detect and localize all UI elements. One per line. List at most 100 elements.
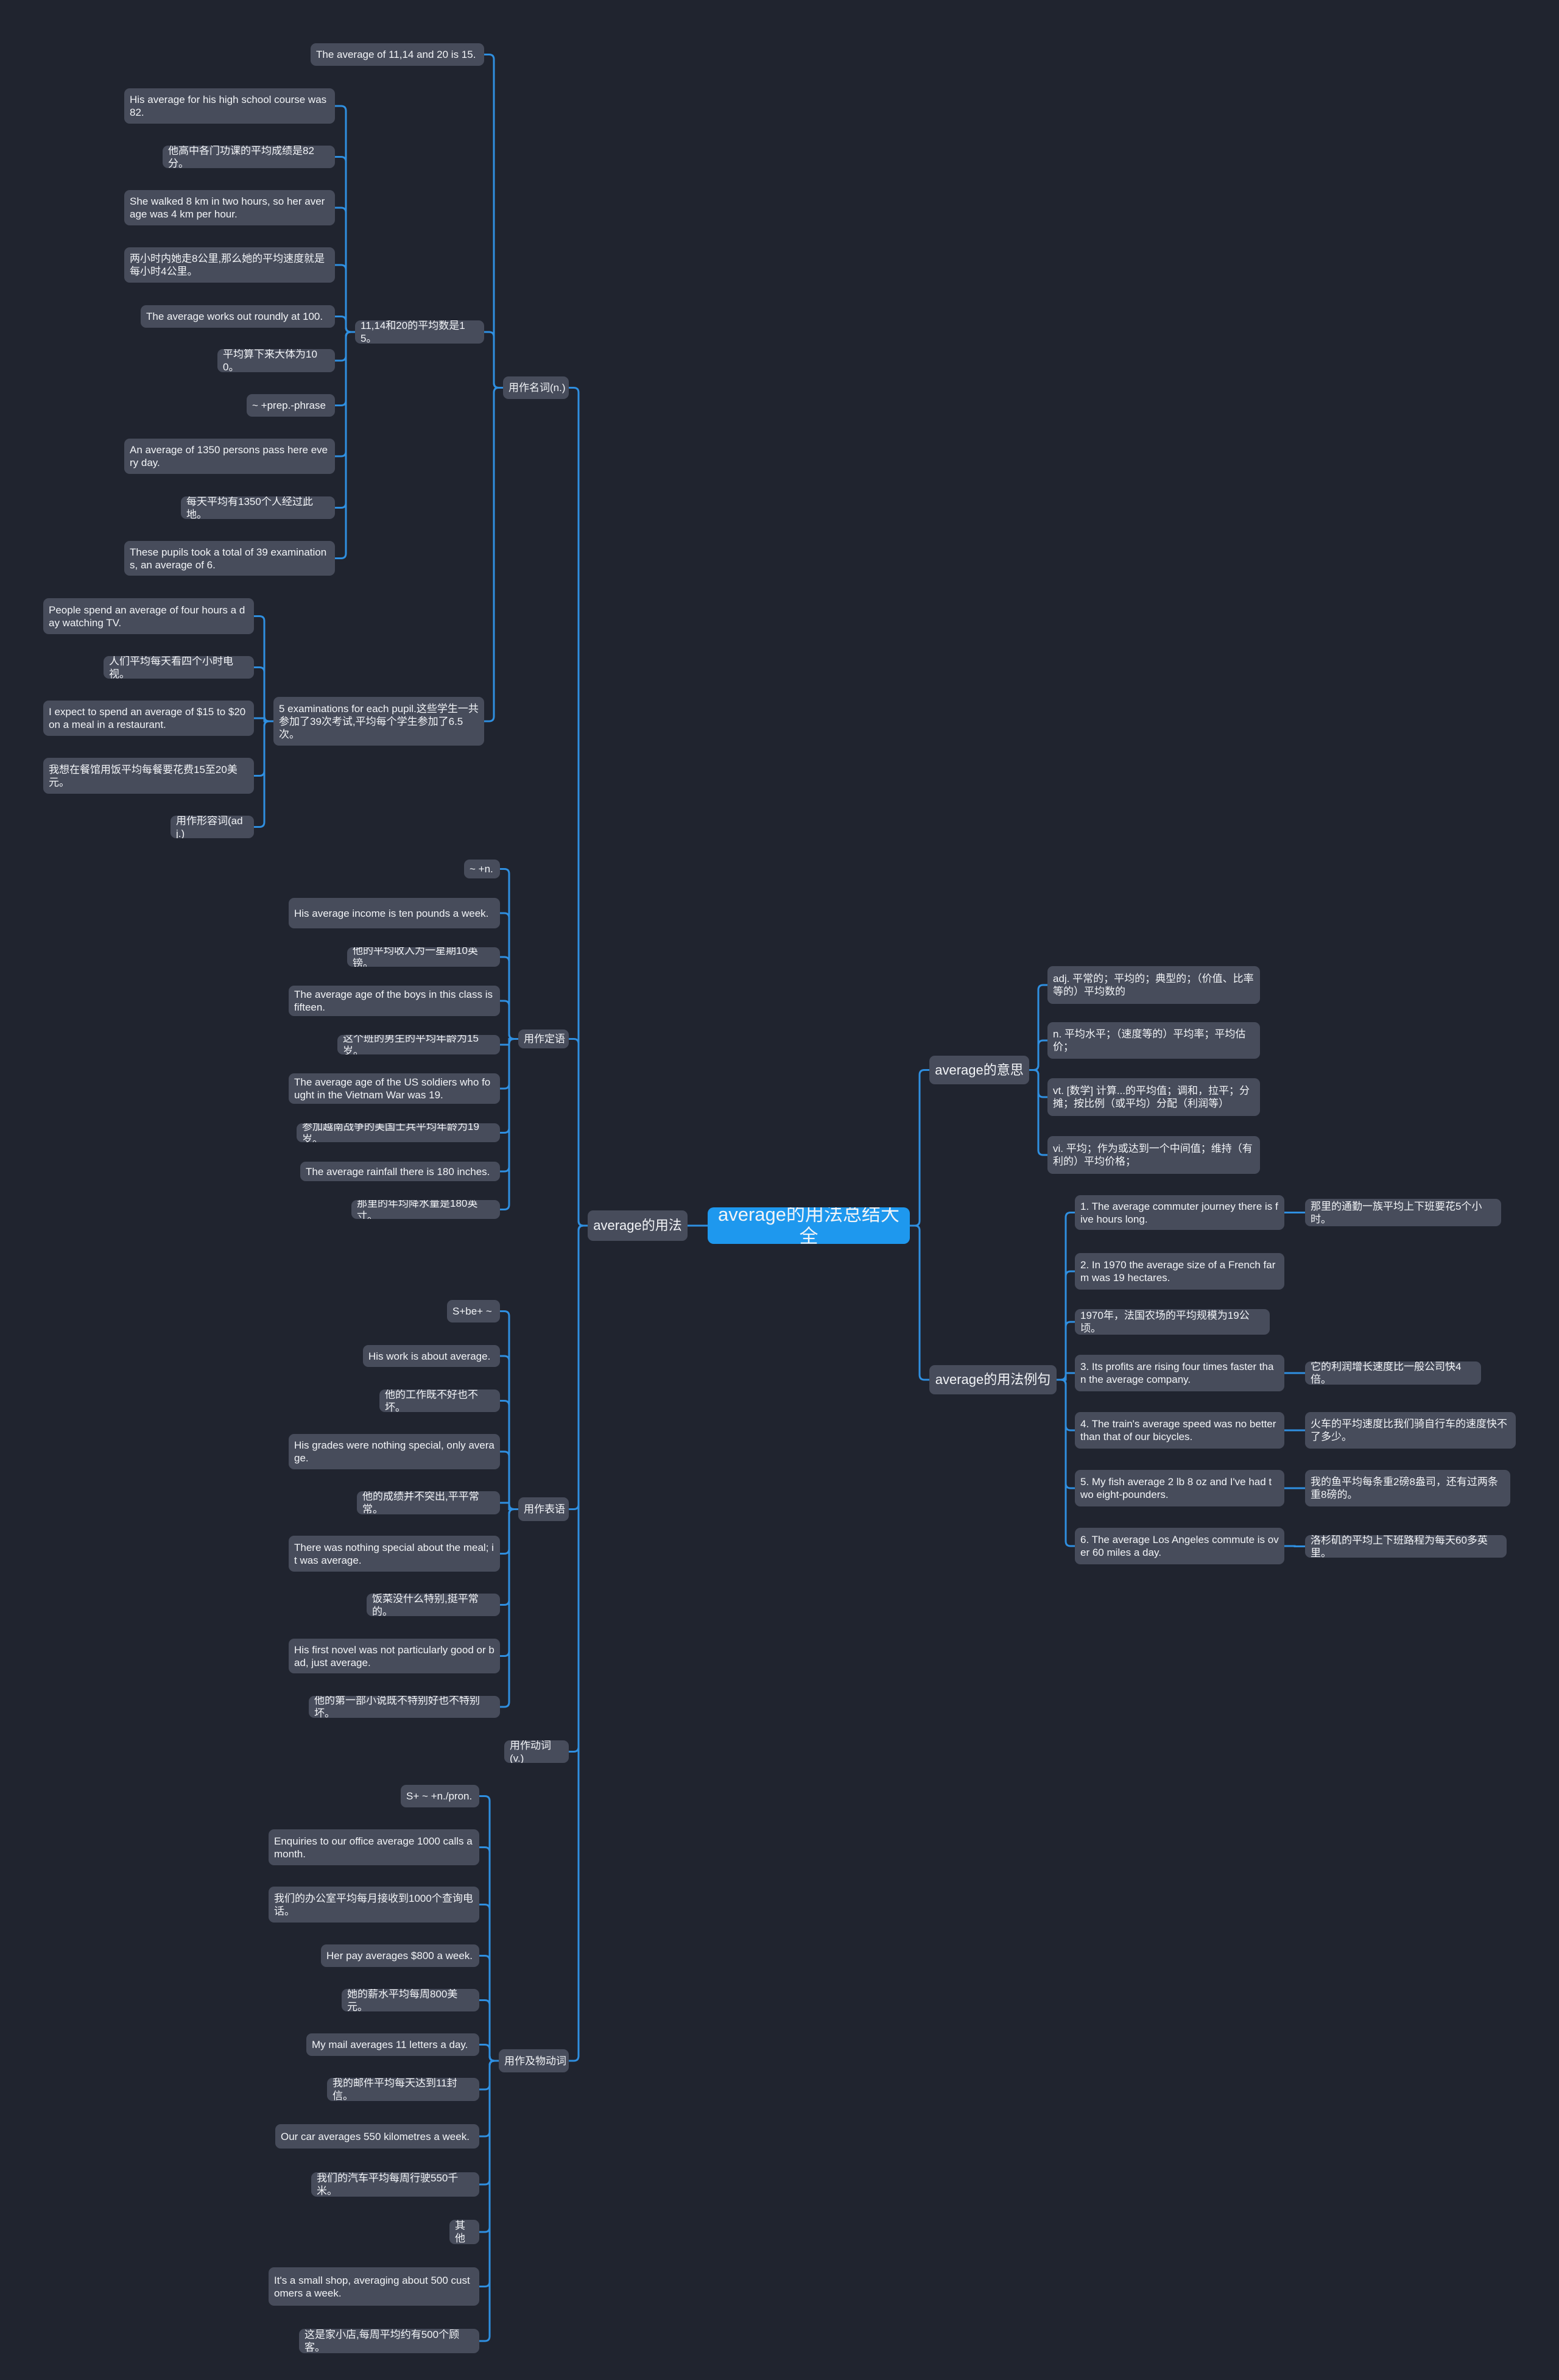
leaf-node[interactable]: 其他 bbox=[449, 2220, 479, 2244]
connector-line bbox=[910, 1069, 929, 1227]
leaf-node[interactable]: She walked 8 km in two hours, so her ave… bbox=[124, 190, 335, 225]
node-label: The average rainfall there is 180 inches… bbox=[306, 1165, 490, 1178]
leaf-node[interactable]: 两小时内她走8公里,那么她的平均速度就是每小时4公里。 bbox=[124, 247, 335, 283]
node-label: average的用法 bbox=[593, 1218, 682, 1233]
leaf-node[interactable]: My mail averages 11 letters a day. bbox=[306, 2033, 479, 2056]
leaf-node[interactable]: Her pay averages $800 a week. bbox=[321, 1944, 479, 1967]
node-label: The average age of the boys in this clas… bbox=[294, 989, 493, 1013]
subtopic-node[interactable]: 用作表语 bbox=[518, 1497, 569, 1521]
node-label: 洛杉矶的平均上下班路程为每天60多英里。 bbox=[1311, 1535, 1488, 1558]
leaf-node[interactable]: 火车的平均速度比我们骑自行车的速度快不了多少。 bbox=[1305, 1412, 1516, 1449]
leaf-node[interactable]: 这个班的男生的平均年龄为15岁。 bbox=[337, 1035, 500, 1054]
connector-line bbox=[1029, 1039, 1047, 1071]
node-label: His grades were nothing special, only av… bbox=[294, 1439, 494, 1464]
leaf-node[interactable]: 每天平均有1350个人经过此地。 bbox=[181, 496, 335, 519]
leaf-node[interactable]: vi. 平均；作为或达到一个中间值；维持（有利的）平均价格； bbox=[1047, 1136, 1260, 1174]
leaf-node[interactable]: The average of 11,14 and 20 is 15. bbox=[311, 43, 484, 66]
leaf-node[interactable]: n. 平均水平；（速度等的）平均率；平均估价； bbox=[1047, 1022, 1260, 1059]
leaf-node[interactable]: 用作动词(v.) bbox=[504, 1740, 569, 1763]
node-label: 他的工作既不好也不坏。 bbox=[385, 1390, 478, 1412]
leaf-node[interactable]: I expect to spend an average of $15 to $… bbox=[43, 701, 254, 736]
subtopic-node[interactable]: 6. The average Los Angeles commute is ov… bbox=[1075, 1528, 1284, 1564]
leaf-node[interactable]: 它的利润增长速度比一般公司快4倍。 bbox=[1305, 1361, 1481, 1385]
leaf-node[interactable]: 我们的办公室平均每月接收到1000个查询电话。 bbox=[269, 1887, 479, 1923]
subtopic-node[interactable]: 5 examinations for each pupil.这些学生一共参加了3… bbox=[273, 697, 484, 746]
leaf-node[interactable]: Our car averages 550 kilometres a week. bbox=[275, 2124, 479, 2149]
branch-right[interactable]: average的用法例句 bbox=[929, 1365, 1057, 1394]
leaf-node[interactable]: His first novel was not particularly goo… bbox=[289, 1639, 500, 1673]
leaf-node[interactable]: 那里的年均降水量是180英寸。 bbox=[351, 1200, 500, 1219]
node-label: average的意思 bbox=[935, 1062, 1024, 1078]
leaf-node[interactable]: His average for his high school course w… bbox=[124, 88, 335, 124]
leaf-node[interactable]: vt. [数学] 计算...的平均值；调和，拉平；分摊；按比例（或平均）分配（利… bbox=[1047, 1078, 1260, 1116]
subtopic-node[interactable]: 用作定语 bbox=[518, 1029, 569, 1048]
leaf-node[interactable]: 我的邮件平均每天达到11封信。 bbox=[327, 2078, 479, 2101]
leaf-node[interactable]: His work is about average. bbox=[363, 1345, 500, 1367]
leaf-node[interactable]: 我的鱼平均每条重2磅8盎司，还有过两条重8磅的。 bbox=[1305, 1470, 1510, 1506]
connector-line bbox=[500, 1450, 518, 1510]
node-label: There was nothing special about the meal… bbox=[294, 1541, 494, 1566]
leaf-node[interactable]: There was nothing special about the meal… bbox=[289, 1536, 500, 1572]
node-label: 用作及物动词 bbox=[504, 2055, 566, 2067]
leaf-node[interactable]: ~ +n. bbox=[464, 860, 500, 878]
leaf-node[interactable]: 我们的汽车平均每周行驶550千米。 bbox=[311, 2172, 479, 2197]
node-label: 5 examinations for each pupil.这些学生一共参加了3… bbox=[279, 702, 479, 740]
leaf-node[interactable]: The average rainfall there is 180 inches… bbox=[300, 1162, 500, 1181]
leaf-node[interactable]: 人们平均每天看四个小时电视。 bbox=[104, 656, 254, 679]
leaf-node[interactable]: The average works out roundly at 100. bbox=[141, 305, 335, 328]
leaf-node[interactable]: 他的第一部小说既不特别好也不特别坏。 bbox=[309, 1696, 500, 1718]
leaf-node[interactable]: 那里的通勤一族平均上下班要花5个小时。 bbox=[1305, 1199, 1501, 1226]
subtopic-node[interactable]: 用作名词(n.) bbox=[503, 376, 569, 399]
node-label: 他的平均收入为一星期10英镑。 bbox=[353, 947, 478, 967]
leaf-node[interactable]: 饭菜没什么特别,挺平常的。 bbox=[367, 1594, 500, 1616]
leaf-node[interactable]: 1970年，法国农场的平均规模为19公顷。 bbox=[1075, 1309, 1270, 1335]
node-label: S+be+ ~ bbox=[452, 1305, 492, 1317]
leaf-node[interactable]: It's a small shop, averaging about 500 c… bbox=[269, 2267, 479, 2306]
leaf-node[interactable]: adj. 平常的；平均的；典型的；（价值、比率等的）平均数的 bbox=[1047, 966, 1260, 1004]
leaf-node[interactable]: 她的薪水平均每周800美元。 bbox=[342, 1989, 479, 2011]
node-label: 用作定语 bbox=[524, 1033, 565, 1045]
leaf-node[interactable]: 他的成绩并不突出,平平常常。 bbox=[357, 1491, 500, 1514]
subtopic-node[interactable]: 用作及物动词 bbox=[499, 2049, 569, 2072]
leaf-node[interactable]: The average age of the boys in this clas… bbox=[289, 986, 500, 1016]
subtopic-node[interactable]: 5. My fish average 2 lb 8 oz and I've ha… bbox=[1075, 1470, 1284, 1506]
leaf-node[interactable]: 我想在餐馆用饭平均每餐要花费15至20美元。 bbox=[43, 758, 254, 794]
connector-line bbox=[569, 1038, 588, 1227]
subtopic-node[interactable]: 4. The train's average speed was no bett… bbox=[1075, 1412, 1284, 1449]
leaf-node[interactable]: People spend an average of four hours a … bbox=[43, 598, 254, 634]
leaf-node[interactable]: The average age of the US soldiers who f… bbox=[289, 1073, 500, 1104]
subtopic-node[interactable]: 11,14和20的平均数是15。 bbox=[355, 320, 484, 344]
leaf-node[interactable]: 他的平均收入为一星期10英镑。 bbox=[347, 947, 500, 967]
node-label: Our car averages 550 kilometres a week. bbox=[281, 2130, 470, 2142]
leaf-node[interactable]: An average of 1350 persons pass here eve… bbox=[124, 439, 335, 474]
subtopic-node[interactable]: 1. The average commuter journey there is… bbox=[1075, 1195, 1284, 1230]
leaf-node[interactable]: S+ ~ +n./pron. bbox=[401, 1785, 479, 1807]
leaf-node[interactable]: His grades were nothing special, only av… bbox=[289, 1434, 500, 1469]
leaf-node[interactable]: 这是家小店,每周平均约有500个顾客。 bbox=[299, 2329, 479, 2353]
subtopic-node[interactable]: 3. Its profits are rising four times fas… bbox=[1075, 1355, 1284, 1391]
node-label: n. 平均水平；（速度等的）平均率；平均估价； bbox=[1053, 1028, 1246, 1053]
node-label: 2. In 1970 the average size of a French … bbox=[1080, 1259, 1276, 1284]
branch-left[interactable]: average的用法 bbox=[588, 1210, 688, 1241]
leaf-node[interactable]: 参加越南战争的美国士兵平均年龄为19岁。 bbox=[297, 1123, 500, 1142]
leaf-node[interactable]: Enquiries to our office average 1000 cal… bbox=[269, 1829, 479, 1865]
connector-line bbox=[1057, 1372, 1075, 1381]
root-topic[interactable]: average的用法总结大全 bbox=[708, 1207, 910, 1244]
leaf-node[interactable]: 他高中各门功课的平均成绩是82分。 bbox=[163, 146, 335, 168]
leaf-node[interactable]: His average income is ten pounds a week. bbox=[289, 898, 500, 928]
leaf-node[interactable]: 2. In 1970 the average size of a French … bbox=[1075, 1253, 1284, 1290]
leaf-node[interactable]: 他的工作既不好也不坏。 bbox=[379, 1390, 500, 1412]
leaf-node[interactable]: 平均算下来大体为100。 bbox=[217, 349, 335, 372]
connector-line bbox=[1029, 1069, 1047, 1156]
leaf-node[interactable]: 洛杉矶的平均上下班路程为每天60多英里。 bbox=[1305, 1535, 1507, 1558]
connector-line bbox=[254, 666, 273, 722]
leaf-node[interactable]: These pupils took a total of 39 examinat… bbox=[124, 541, 335, 576]
leaf-node[interactable]: 用作形容词(adj.) bbox=[171, 816, 254, 838]
connector-line bbox=[335, 331, 355, 559]
node-label: 1. The average commuter journey there is… bbox=[1080, 1200, 1278, 1225]
branch-right[interactable]: average的意思 bbox=[929, 1056, 1029, 1084]
leaf-node[interactable]: ~ +prep.-phrase bbox=[247, 394, 335, 417]
node-label: 他的第一部小说既不特别好也不特别坏。 bbox=[314, 1696, 480, 1718]
node-label: 用作表语 bbox=[524, 1503, 565, 1515]
leaf-node[interactable]: S+be+ ~ bbox=[447, 1300, 500, 1322]
